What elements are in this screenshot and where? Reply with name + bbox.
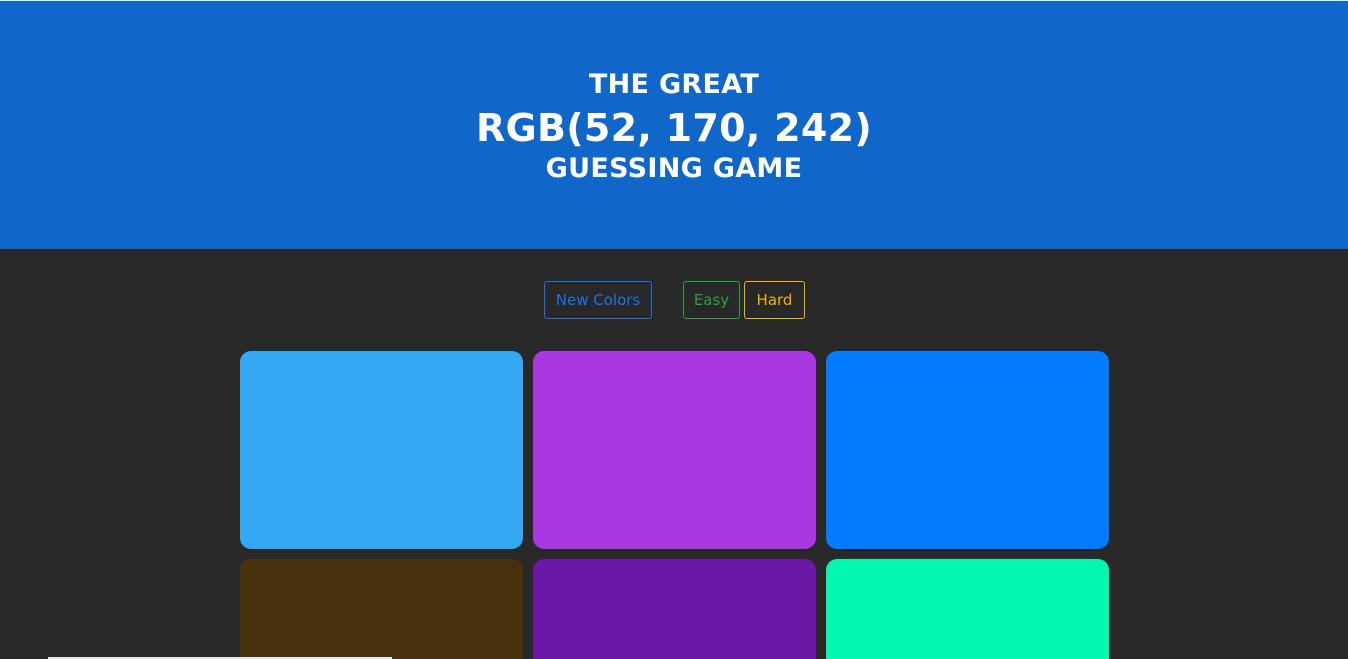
- color-square-6[interactable]: [826, 559, 1109, 659]
- title-top: THE GREAT: [588, 69, 760, 100]
- color-square-3[interactable]: [826, 351, 1109, 549]
- color-square-2[interactable]: [533, 351, 816, 549]
- new-colors-button[interactable]: New Colors: [544, 281, 652, 319]
- color-square-5[interactable]: [533, 559, 816, 659]
- color-square-1[interactable]: [240, 351, 523, 549]
- color-square-4[interactable]: [240, 559, 523, 659]
- easy-mode-button[interactable]: Easy: [683, 281, 740, 319]
- rgb-target-display: RGB(52, 170, 242): [475, 106, 873, 150]
- hard-mode-button[interactable]: Hard: [744, 281, 805, 319]
- header-banner: THE GREAT RGB(52, 170, 242) GUESSING GAM…: [0, 0, 1348, 249]
- title-bottom: GUESSING GAME: [545, 153, 803, 184]
